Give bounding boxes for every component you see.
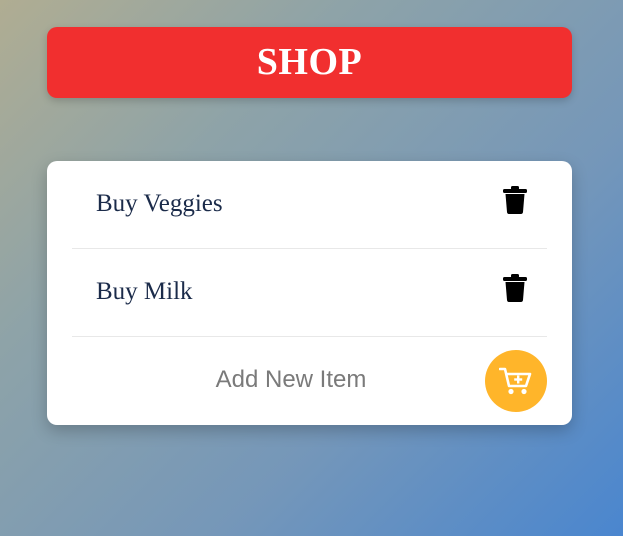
add-new-item-input[interactable]: Add New Item [72,365,510,395]
trash-icon[interactable] [502,185,528,215]
item-label: Buy Milk [96,278,193,305]
trash-icon[interactable] [502,273,528,303]
shopping-list-card: Buy Veggies Buy Milk Add New Item [47,161,572,425]
add-item-button[interactable] [485,350,547,412]
add-item-row: Add New Item [72,338,547,425]
list-item: Buy Veggies [72,161,547,249]
item-label: Buy Veggies [96,190,223,217]
page-title: SHOP [256,40,363,83]
cart-plus-icon [499,367,532,395]
shop-header: SHOP [47,27,572,98]
list-item: Buy Milk [72,249,547,337]
